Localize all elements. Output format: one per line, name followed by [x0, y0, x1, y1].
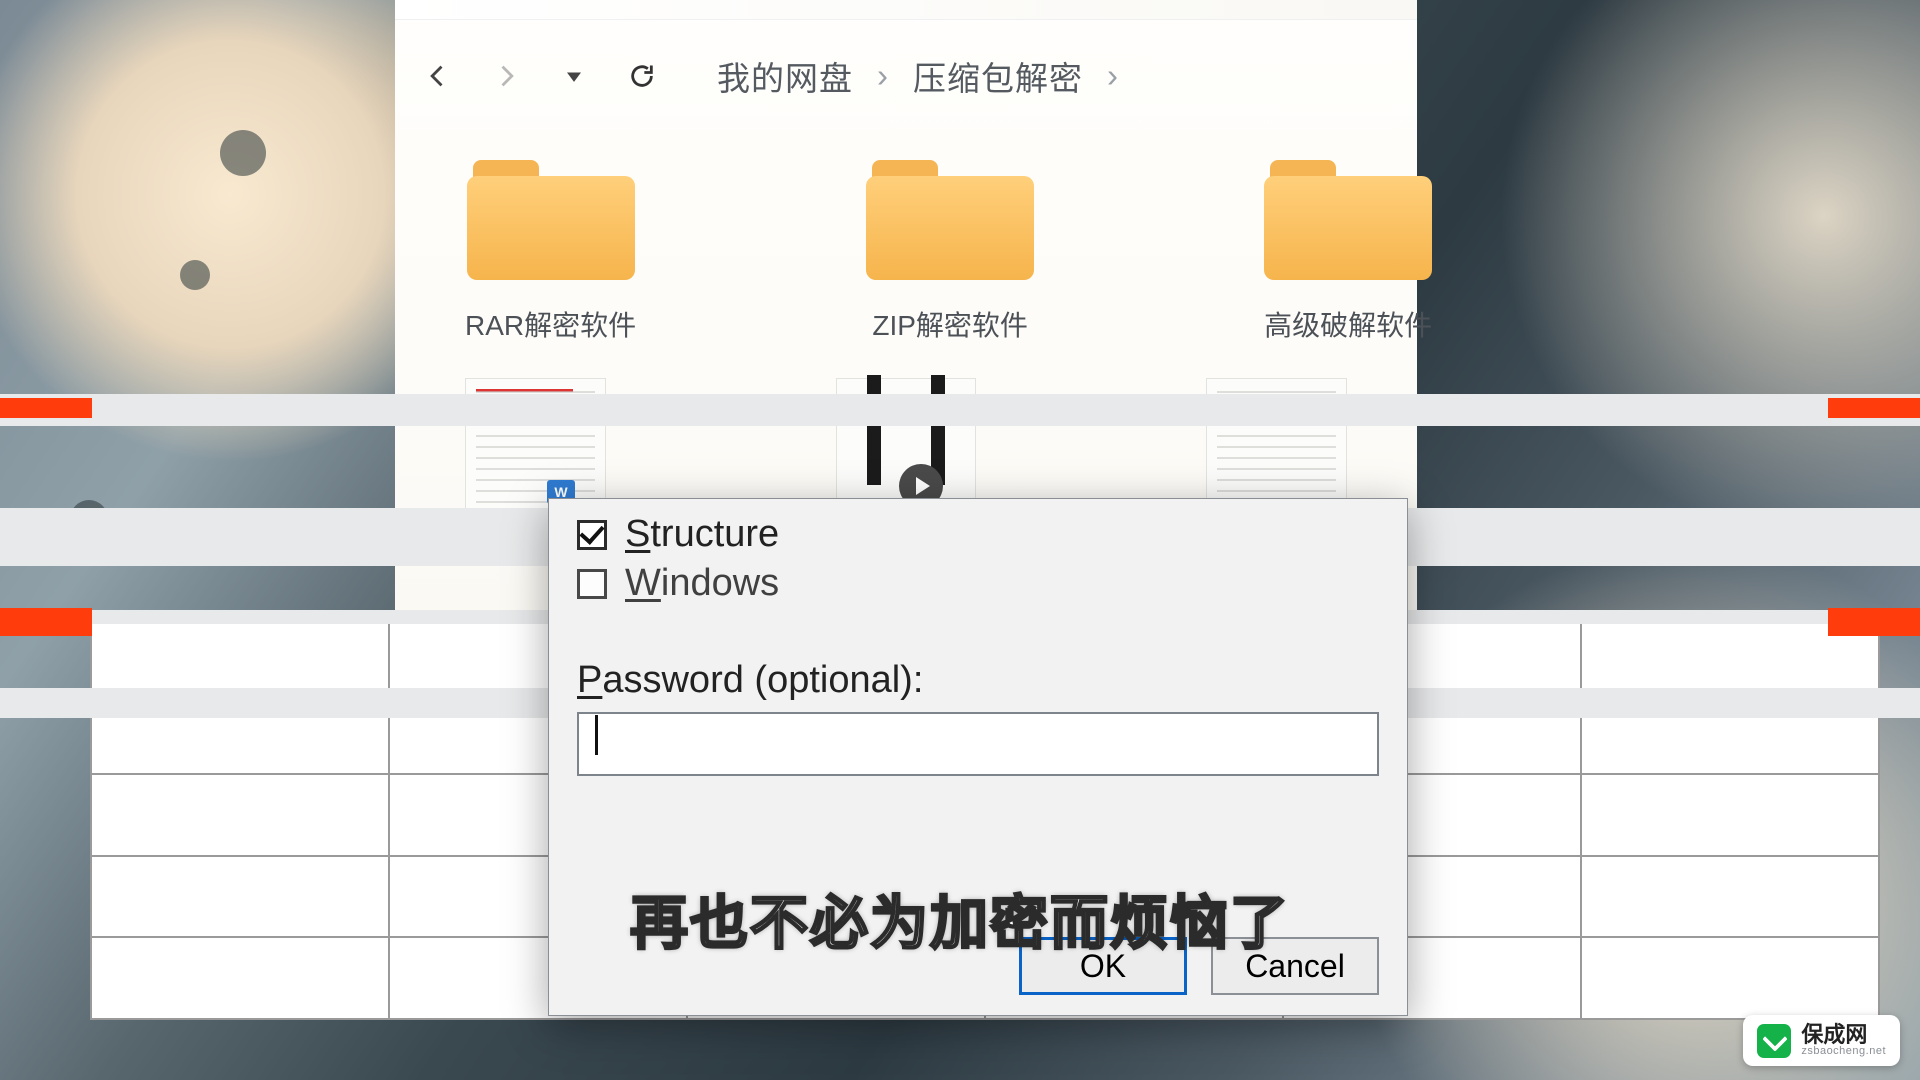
- shield-check-icon: [1757, 1024, 1791, 1058]
- folder-icon: [1264, 160, 1432, 280]
- folder-item[interactable]: ZIP解密软件: [866, 160, 1034, 344]
- glitch-accent: [1828, 608, 1920, 636]
- refresh-icon[interactable]: [621, 55, 663, 97]
- chevron-right-icon: ›: [1107, 57, 1119, 95]
- glitch-bar: [0, 394, 1920, 426]
- folder-item[interactable]: 高级破解软件: [1264, 160, 1432, 344]
- breadcrumb[interactable]: 我的网盘 › 压缩包解密 ›: [717, 52, 1119, 100]
- watermark-domain: zsbaocheng.net: [1801, 1046, 1886, 1058]
- chevron-right-icon: ›: [877, 57, 889, 95]
- folder-item[interactable]: RAR解密软件: [465, 160, 636, 344]
- checkbox-windows-label: WWindowsindows: [625, 562, 779, 605]
- checkbox-windows[interactable]: [577, 569, 607, 599]
- drive-nav: 我的网盘 › 压缩包解密 ›: [395, 20, 1417, 126]
- folder-icon: [866, 160, 1034, 280]
- dropdown-icon[interactable]: [553, 55, 595, 97]
- folder-label: RAR解密软件: [465, 304, 636, 344]
- breadcrumb-root[interactable]: 我的网盘: [717, 52, 853, 100]
- breadcrumb-child[interactable]: 压缩包解密: [913, 52, 1083, 100]
- back-icon[interactable]: [417, 55, 459, 97]
- folder-label: 高级破解软件: [1264, 304, 1432, 344]
- forward-icon[interactable]: [485, 55, 527, 97]
- watermark-badge: 保成网 zsbaocheng.net: [1743, 1015, 1900, 1066]
- checkbox-structure[interactable]: [577, 520, 607, 550]
- password-input[interactable]: [577, 712, 1379, 776]
- glitch-accent: [1828, 398, 1920, 418]
- folder-icon: [467, 160, 635, 280]
- glitch-accent: [0, 398, 92, 418]
- watermark-name: 保成网: [1801, 1023, 1886, 1046]
- folder-label: ZIP解密软件: [872, 304, 1028, 344]
- checkbox-structure-label: SStructuretructure: [625, 513, 779, 556]
- text-caret: [595, 715, 598, 755]
- video-subtitle: 再也不必为加密而烦恼了: [630, 876, 1290, 960]
- glitch-accent: [0, 608, 92, 636]
- password-label: Password (optional):Password (optional):: [577, 659, 1379, 702]
